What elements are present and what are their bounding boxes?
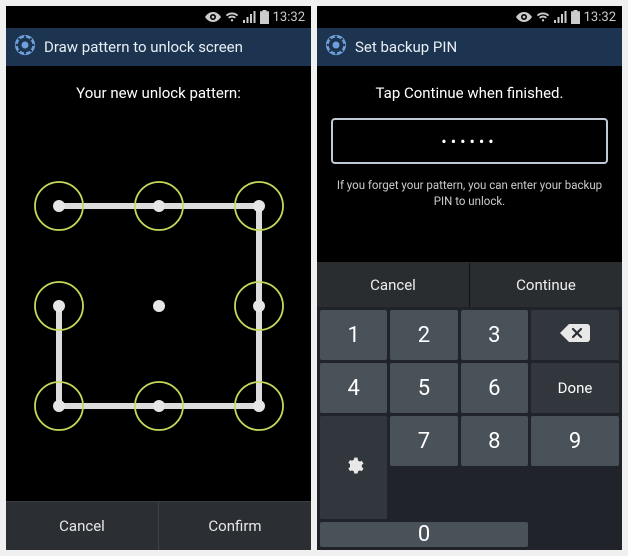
- key-settings[interactable]: [320, 416, 387, 519]
- footer-bar: Cancel Confirm: [6, 501, 311, 550]
- subtitle-text: Tap Continue when finished.: [317, 84, 622, 102]
- gear-icon: [344, 456, 364, 480]
- confirm-button[interactable]: Confirm: [158, 502, 311, 550]
- key-0[interactable]: 0: [320, 522, 528, 547]
- key-3[interactable]: 3: [461, 310, 528, 360]
- pattern-dot[interactable]: [253, 300, 265, 312]
- pattern-dot[interactable]: [53, 200, 65, 212]
- status-time: 13:32: [584, 10, 616, 25]
- status-time: 13:32: [273, 10, 305, 25]
- key-backspace[interactable]: [531, 310, 619, 360]
- cancel-button[interactable]: Cancel: [6, 502, 158, 550]
- pattern-dot[interactable]: [253, 400, 265, 412]
- signal-icon: [554, 11, 567, 23]
- settings-icon: [14, 34, 36, 60]
- pattern-dot[interactable]: [153, 400, 165, 412]
- key-8[interactable]: 8: [461, 416, 528, 466]
- pattern-dot[interactable]: [153, 300, 165, 312]
- status-bar: 13:32: [6, 6, 311, 28]
- action-bar: Cancel Continue: [317, 262, 622, 307]
- phone-pin-screen: 13:32 Set backup PIN Tap Continue when f…: [317, 6, 622, 550]
- continue-button[interactable]: Continue: [469, 263, 622, 307]
- battery-icon: [571, 10, 580, 24]
- helper-text: If you forget your pattern, you can ente…: [327, 178, 612, 209]
- key-6[interactable]: 6: [461, 363, 528, 413]
- backspace-icon: [560, 324, 590, 346]
- signal-icon: [243, 11, 256, 23]
- wifi-icon: [225, 11, 239, 23]
- pattern-dot[interactable]: [53, 300, 65, 312]
- title-bar: Draw pattern to unlock screen: [6, 28, 311, 66]
- pin-masked-value: ••••••: [441, 132, 497, 151]
- eye-icon: [516, 11, 532, 23]
- wifi-icon: [536, 11, 550, 23]
- pattern-dot[interactable]: [253, 200, 265, 212]
- screen-title: Set backup PIN: [355, 38, 457, 56]
- battery-icon: [260, 10, 269, 24]
- eye-icon: [205, 11, 221, 23]
- subtitle-text: Your new unlock pattern:: [6, 84, 311, 102]
- key-2[interactable]: 2: [390, 310, 457, 360]
- status-bar: 13:32: [317, 6, 622, 28]
- key-5[interactable]: 5: [390, 363, 457, 413]
- numeric-keypad: 1 2 3 4 5 6 Done 7 8 9 0: [317, 307, 622, 550]
- cancel-button[interactable]: Cancel: [317, 263, 469, 307]
- title-bar: Set backup PIN: [317, 28, 622, 66]
- key-9[interactable]: 9: [531, 416, 619, 466]
- key-done[interactable]: Done: [531, 363, 619, 413]
- key-4[interactable]: 4: [320, 363, 387, 413]
- pattern-grid[interactable]: [29, 176, 289, 436]
- pattern-dot[interactable]: [153, 200, 165, 212]
- pin-input[interactable]: ••••••: [331, 118, 608, 164]
- key-1[interactable]: 1: [320, 310, 387, 360]
- pattern-dot[interactable]: [53, 400, 65, 412]
- pattern-area[interactable]: [6, 110, 311, 501]
- screen-title: Draw pattern to unlock screen: [44, 38, 243, 56]
- settings-icon: [325, 34, 347, 60]
- key-7[interactable]: 7: [390, 416, 457, 466]
- phone-pattern-screen: 13:32 Draw pattern to unlock screen Your…: [6, 6, 311, 550]
